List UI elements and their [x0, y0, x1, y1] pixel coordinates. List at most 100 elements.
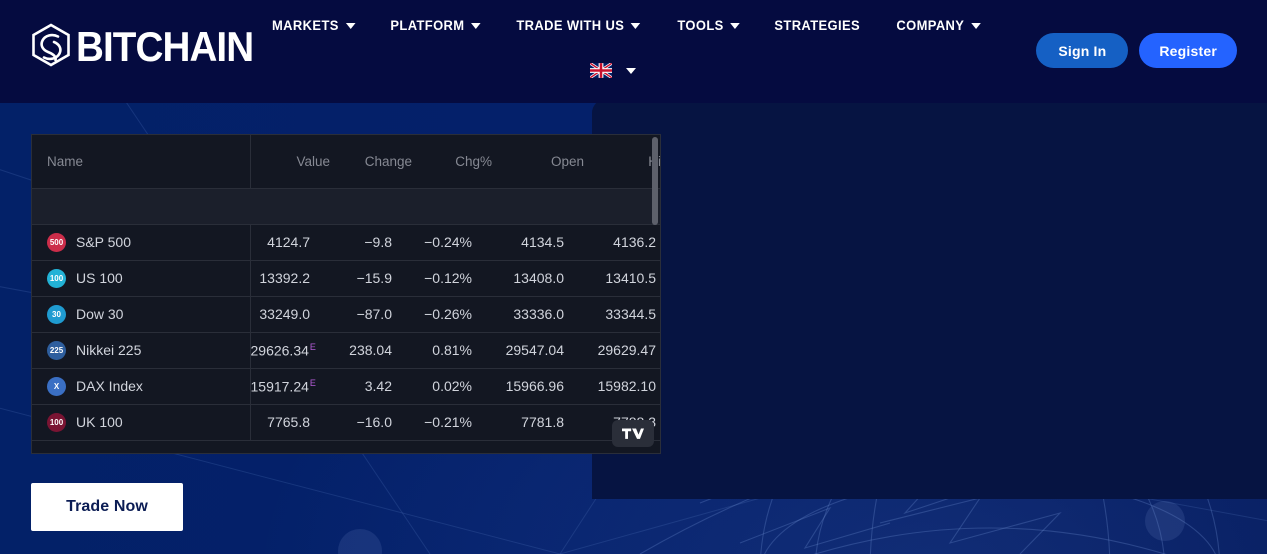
cell-name: 500 S&P 500: [32, 224, 251, 261]
nav-item-platform[interactable]: PLATFORM: [375, 18, 496, 33]
market-widget-card: [592, 99, 1267, 499]
chevron-down-icon: [470, 22, 481, 29]
register-button[interactable]: Register: [1139, 33, 1237, 68]
cell-open: 7781.8: [492, 404, 584, 441]
cell-high: 15982.10: [584, 368, 660, 405]
cell-chg-pct: 0.81%: [412, 332, 492, 369]
sign-in-button[interactable]: Sign In: [1036, 33, 1129, 68]
market-table: Name Value Change Chg% Open High INDICES…: [32, 135, 660, 441]
site-header: BITCHAIN MARKETS PLATFORM TRADE WITH US …: [0, 0, 1267, 103]
cell-open: 29547.04: [492, 332, 584, 369]
nav-item-trade-with-us[interactable]: TRADE WITH US: [501, 18, 656, 33]
chevron-down-icon: [730, 22, 741, 29]
cell-value: 29626.34E: [250, 332, 330, 369]
trade-now-button[interactable]: Trade Now: [31, 483, 183, 531]
table-row[interactable]: 100UK 1007765.8−16.0−0.21%7781.87788.3: [32, 404, 660, 441]
cell-change: 3.42: [330, 368, 412, 405]
tradingview-attribution-badge[interactable]: [612, 420, 654, 447]
cell-value: 13392.2: [250, 260, 330, 297]
symbol-badge-icon: 100: [47, 412, 66, 432]
cell-chg-pct: −0.24%: [412, 224, 492, 261]
symbol-badge-icon: 100: [47, 268, 66, 288]
cell-chg-pct: −0.12%: [412, 260, 492, 297]
table-row[interactable]: X DAX Index 15917.24E 3.42 0.02% 15966.96 1598…: [32, 368, 660, 405]
nav-label: MARKETS: [272, 18, 339, 33]
nav-label: STRATEGIES: [774, 18, 861, 33]
cell-value: 15917.24E: [250, 368, 330, 405]
cell-change: 238.04: [330, 332, 412, 369]
uk-flag-icon: [590, 63, 612, 78]
tradingview-logo-icon: [622, 428, 644, 439]
main-navigation: MARKETS PLATFORM TRADE WITH US TOOLS STR…: [272, 18, 1001, 33]
nav-item-tools[interactable]: TOOLS: [662, 18, 755, 33]
chevron-down-icon: [626, 67, 636, 74]
instrument-name: Nikkei 225: [76, 342, 142, 358]
section-label-indices: INDICES: [32, 188, 660, 225]
cell-value: 33249.0: [250, 296, 330, 333]
chevron-down-icon: [630, 22, 641, 29]
cell-chg-pct: −0.21%: [412, 404, 492, 441]
cell-chg-pct: 0.02%: [412, 368, 492, 405]
cell-value: 7765.8: [250, 404, 330, 441]
instrument-name: DAX Index: [76, 378, 143, 394]
cell-change: −15.9: [330, 260, 412, 297]
symbol-badge-icon: 30: [47, 304, 66, 324]
cell-name: 100 UK 100: [32, 404, 251, 441]
cell-open: 15966.96: [492, 368, 584, 405]
table-row[interactable]: 225 Nikkei 225 29626.34E 238.04 0.81% 29547.0…: [32, 332, 660, 369]
instrument-name: US 100: [76, 270, 123, 286]
scrollbar-thumb[interactable]: [652, 137, 658, 225]
cell-name: 225 Nikkei 225: [32, 332, 251, 369]
brand-name: BITCHAIN: [76, 23, 254, 70]
brand-logo[interactable]: BITCHAIN: [28, 22, 269, 72]
nav-label: TRADE WITH US: [516, 18, 625, 33]
table-row[interactable]: 500S&P 5004124.7−9.8−0.24%4134.54136.24: [32, 224, 660, 261]
column-header-open[interactable]: Open: [492, 135, 584, 189]
symbol-badge-icon: 500: [47, 232, 66, 252]
column-header-change[interactable]: Change: [330, 135, 412, 189]
cell-high: 13410.5: [584, 260, 660, 297]
estimate-marker: E: [309, 377, 316, 388]
cell-high: 29629.47: [584, 332, 660, 369]
symbol-badge-icon: 225: [47, 340, 66, 360]
nav-label: COMPANY: [896, 18, 965, 33]
cell-change: −16.0: [330, 404, 412, 441]
chevron-down-icon: [345, 22, 356, 29]
instrument-name: Dow 30: [76, 306, 124, 322]
instrument-name: S&P 500: [76, 234, 132, 250]
nav-item-markets[interactable]: MARKETS: [272, 18, 370, 33]
vertical-scrollbar[interactable]: [651, 135, 660, 453]
cell-name: 30 Dow 30: [32, 296, 251, 333]
table-header: Name Value Change Chg% Open High: [32, 135, 660, 189]
cell-name: X DAX Index: [32, 368, 251, 405]
column-header-high[interactable]: High: [584, 135, 660, 189]
column-header-chg-pct[interactable]: Chg%: [412, 135, 492, 189]
cell-chg-pct: −0.26%: [412, 296, 492, 333]
table-row[interactable]: 100 US 100 13392.2 −15.9 −0.12% 13408.0 13410.…: [32, 260, 660, 297]
cell-high: 33344.5: [584, 296, 660, 333]
symbol-badge-icon: X: [47, 376, 66, 396]
hexagon-logo-icon: [32, 23, 70, 67]
cell-open: 4134.5: [492, 224, 584, 261]
chevron-down-icon: [970, 22, 981, 29]
language-selector[interactable]: [590, 63, 636, 78]
cell-value: 4124.7: [250, 224, 330, 261]
nav-item-company[interactable]: COMPANY: [881, 18, 996, 33]
cell-change: −87.0: [330, 296, 412, 333]
cell-change: −9.8: [330, 224, 412, 261]
table-header-row: Name Value Change Chg% Open High: [32, 135, 660, 189]
cell-open: 13408.0: [492, 260, 584, 297]
instrument-name: UK 100: [76, 414, 123, 430]
auth-buttons: Sign In Register: [1036, 33, 1237, 68]
column-header-name[interactable]: Name: [32, 135, 251, 189]
estimate-marker: E: [309, 341, 316, 352]
market-overview-widget[interactable]: Name Value Change Chg% Open High INDICES…: [31, 134, 661, 454]
nav-item-strategies[interactable]: STRATEGIES: [759, 18, 875, 33]
nav-label: PLATFORM: [389, 18, 465, 33]
column-header-value[interactable]: Value: [250, 135, 330, 189]
nav-label: TOOLS: [677, 18, 724, 33]
table-row[interactable]: 30 Dow 30 33249.0 −87.0 −0.26% 33336.0 33344.5…: [32, 296, 660, 333]
cell-open: 33336.0: [492, 296, 584, 333]
cell-high: 4136.2: [584, 224, 660, 261]
cell-name: 100 US 100: [32, 260, 251, 297]
